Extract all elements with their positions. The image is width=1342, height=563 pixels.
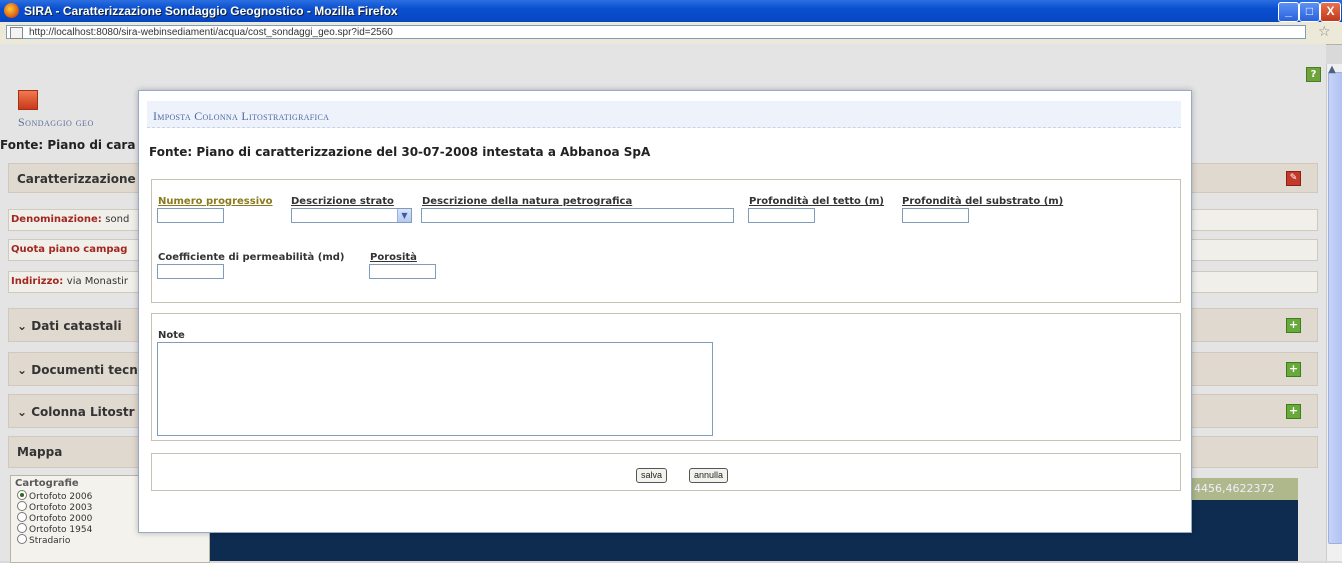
descrizione-natura-label: Descrizione della natura petrografica bbox=[422, 196, 633, 207]
section-icon bbox=[18, 90, 38, 110]
numero-progressivo-label: Numero progressivo bbox=[158, 196, 273, 207]
note-label: Note bbox=[158, 330, 185, 341]
coefficiente-label: Coefficiente di permeabilità (md) bbox=[158, 252, 345, 263]
save-button[interactable]: salva bbox=[636, 468, 668, 483]
quota-label: Quota piano campag bbox=[11, 244, 128, 255]
edit-icon[interactable]: ✎ bbox=[1286, 171, 1301, 186]
modal-title-bar: Imposta Colonna Litostratigrafica bbox=[147, 101, 1181, 128]
firefox-icon bbox=[4, 3, 19, 18]
address-bar: http://localhost:8080/sira-webinsediamen… bbox=[0, 22, 1342, 45]
descrizione-natura-input[interactable] bbox=[421, 208, 734, 223]
expand-plus-icon[interactable]: + bbox=[1286, 362, 1301, 377]
bg-caratterizzazione-label: Caratterizzazione bbox=[17, 172, 136, 186]
cartografie-title: Cartografie bbox=[15, 478, 79, 489]
mappa-label: Mappa bbox=[17, 445, 63, 459]
minimize-button[interactable]: _ bbox=[1278, 2, 1299, 22]
bookmark-star-icon[interactable]: ☆ bbox=[1318, 24, 1331, 40]
scroll-up-icon[interactable]: ▲ bbox=[1324, 64, 1340, 80]
porosita-label: Porosità bbox=[370, 252, 417, 263]
chevron-down-icon[interactable]: ▼ bbox=[397, 209, 411, 222]
dati-catastali-label: Dati catastali bbox=[31, 319, 122, 333]
radio-selected-icon[interactable] bbox=[17, 490, 27, 500]
profondita-substrato-label: Profondità del substrato (m) bbox=[902, 196, 1064, 207]
indirizzo-value: via Monastir bbox=[66, 276, 129, 287]
coefficiente-input[interactable] bbox=[157, 264, 224, 279]
numero-progressivo-input[interactable] bbox=[157, 208, 224, 223]
scrollbar-thumb[interactable] bbox=[1328, 72, 1342, 544]
fields-fieldset: Numero progressivo Descrizione strato ▼ … bbox=[151, 179, 1181, 303]
cancel-button[interactable]: annulla bbox=[689, 468, 729, 483]
radio-icon[interactable] bbox=[17, 534, 27, 544]
close-button[interactable]: X bbox=[1320, 2, 1341, 22]
radio-icon[interactable] bbox=[17, 523, 27, 533]
porosita-input[interactable] bbox=[369, 264, 436, 279]
denominazione-label: Denominazione: bbox=[11, 214, 102, 225]
descrizione-strato-select[interactable]: ▼ bbox=[291, 208, 412, 223]
note-fieldset: Note bbox=[151, 313, 1181, 441]
window-title-bar: SIRA - Caratterizzazione Sondaggio Geogn… bbox=[0, 0, 1342, 22]
actions-fieldset: salva annulla bbox=[151, 453, 1181, 491]
expand-plus-icon[interactable]: + bbox=[1286, 404, 1301, 419]
bg-page-title: Sondaggio geo bbox=[18, 115, 94, 129]
profondita-tetto-label: Profondità del tetto (m) bbox=[749, 196, 884, 207]
url-field[interactable]: http://localhost:8080/sira-webinsediamen… bbox=[6, 25, 1306, 39]
window-title: SIRA - Caratterizzazione Sondaggio Geogn… bbox=[24, 4, 398, 18]
descrizione-strato-label: Descrizione strato bbox=[291, 196, 394, 207]
indirizzo-label: Indirizzo: bbox=[11, 276, 64, 287]
radio-icon[interactable] bbox=[17, 512, 27, 522]
note-textarea[interactable] bbox=[157, 342, 713, 436]
help-icon[interactable]: ? bbox=[1306, 67, 1321, 82]
documenti-label: Documenti tecn bbox=[31, 363, 138, 377]
profondita-substrato-input[interactable] bbox=[902, 208, 969, 223]
map-coordinates: 4456,4622372 bbox=[1190, 478, 1298, 500]
modal-title: Imposta Colonna Litostratigrafica bbox=[153, 109, 330, 123]
radio-icon[interactable] bbox=[17, 501, 27, 511]
modal-dialog: Imposta Colonna Litostratigrafica Fonte:… bbox=[138, 90, 1192, 533]
radio-stradario[interactable]: Stradario bbox=[17, 534, 70, 546]
colonna-label: Colonna Litostr bbox=[31, 405, 135, 419]
modal-fonte-text: Fonte: Piano di caratterizzazione del 30… bbox=[149, 145, 651, 159]
maximize-button[interactable]: □ bbox=[1299, 2, 1320, 22]
bg-fonte-text: Fonte: Piano di cara bbox=[0, 138, 136, 152]
chevron-down-icon: ⌄ bbox=[17, 363, 32, 377]
page-icon bbox=[10, 27, 23, 39]
chevron-down-icon: ⌄ bbox=[17, 319, 32, 333]
vertical-scrollbar[interactable] bbox=[1326, 64, 1342, 561]
chevron-down-icon: ⌄ bbox=[17, 405, 32, 419]
expand-plus-icon[interactable]: + bbox=[1286, 318, 1301, 333]
profondita-tetto-input[interactable] bbox=[748, 208, 815, 223]
denominazione-value: sond bbox=[105, 214, 130, 225]
